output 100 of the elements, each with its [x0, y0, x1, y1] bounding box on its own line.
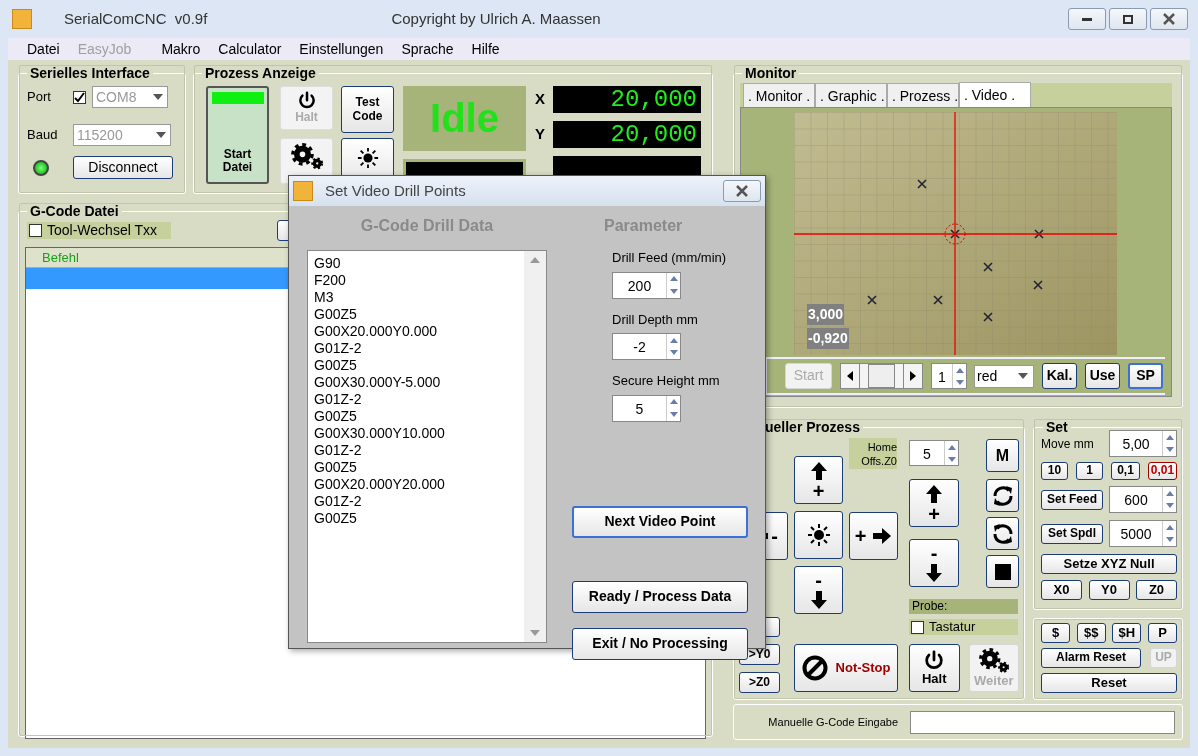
tool-change-checkbox[interactable]: Tool-Wechsel Txx	[27, 222, 171, 239]
slider-thumb[interactable]	[867, 364, 896, 388]
zero-axis-button[interactable]: Z0	[1136, 580, 1177, 600]
jog-button[interactable]: +	[849, 512, 898, 560]
menu-item[interactable]: Calculator	[209, 38, 291, 60]
command-button[interactable]: $H	[1112, 623, 1142, 643]
video-button[interactable]: SP	[1128, 363, 1163, 389]
dialog-title: Set Video Drill Points	[325, 180, 466, 201]
group-title: Set	[1045, 418, 1069, 436]
code-line: G00Z5	[314, 459, 358, 476]
code-line: G01Z-2	[314, 442, 363, 459]
coordinate-readout: 3,000	[807, 304, 845, 325]
spin-field[interactable]: 5	[909, 440, 959, 466]
dialog-button[interactable]: Exit / No Processing	[572, 627, 748, 660]
step-button[interactable]: 0,01	[1148, 462, 1177, 480]
field-label: Drill Feed (mm/min)	[612, 249, 728, 267]
group-title: ueller Prozess	[765, 418, 861, 436]
checkbox[interactable]	[73, 90, 86, 104]
dialog-button[interactable]: Next Video Point	[572, 505, 748, 538]
gcode-input-field[interactable]	[910, 710, 1175, 734]
code-line: G00X20.000Y0.000	[314, 323, 438, 340]
zero-all-button[interactable]: Setze XYZ Null	[1041, 554, 1177, 574]
spin-field[interactable]: 5,00	[1109, 430, 1177, 457]
video-button[interactable]: Use	[1085, 363, 1120, 389]
command-button[interactable]: $	[1041, 623, 1070, 643]
field-label: Manuelle G-Code Eingabe	[767, 714, 898, 730]
jog-button[interactable]: -	[794, 566, 843, 614]
keyboard-checkbox[interactable]: Tastatur	[909, 619, 1018, 635]
right-arrow-icon	[872, 526, 893, 546]
jog-button[interactable]: +	[909, 479, 959, 527]
menu-item[interactable]: Datei	[18, 38, 69, 60]
maximize-button[interactable]	[1109, 8, 1147, 30]
power-icon	[923, 649, 946, 672]
group-title: Prozess Anzeige	[204, 64, 317, 82]
spin-field[interactable]: 600	[1109, 486, 1177, 513]
no-entry-icon	[801, 655, 828, 681]
menu-item[interactable]: Einstellungen	[290, 38, 393, 60]
zero-axis-button[interactable]: Y0	[1088, 580, 1130, 600]
emergency-stop-button[interactable]: Not-Stop	[794, 644, 898, 692]
app-logo-icon	[12, 9, 32, 29]
jog-button[interactable]: +	[794, 456, 843, 504]
rotate-button[interactable]	[986, 517, 1019, 550]
code-line: G90	[314, 255, 342, 272]
app-logo-icon	[293, 181, 313, 201]
menu-item[interactable]: Makro	[152, 38, 210, 60]
tab[interactable]: . Video .	[959, 82, 1031, 107]
coordinate-readout: -0,920	[807, 328, 849, 349]
dialog-button[interactable]: Ready / Process Data	[572, 580, 748, 613]
spin-field[interactable]: 5000	[1109, 520, 1177, 547]
step-button[interactable]: 0,1	[1111, 462, 1140, 480]
color-dropdown[interactable]: red	[974, 364, 1034, 388]
code-line: G01Z-2	[314, 340, 363, 357]
step-button[interactable]: 10	[1041, 462, 1068, 480]
minimize-icon	[1082, 17, 1092, 21]
axis-label: X	[535, 89, 545, 110]
tab[interactable]: . Monitor .	[743, 83, 815, 107]
alarm-reset-button[interactable]: Alarm Reset	[1041, 648, 1141, 668]
menu-item[interactable]: Hilfe	[462, 38, 509, 60]
tab[interactable]: . Graphic .	[815, 83, 887, 107]
close-button[interactable]	[1150, 8, 1188, 30]
set-feed-button[interactable]: Set Feed	[1041, 489, 1103, 510]
code-line: M3	[314, 289, 335, 306]
spin-field[interactable]: -2	[612, 333, 681, 360]
spin-field[interactable]: 5	[612, 394, 681, 422]
jog-button[interactable]	[794, 511, 843, 559]
group-title: Monitor	[744, 64, 798, 82]
disconnect-button[interactable]: Disconnect	[73, 156, 173, 179]
reset-button[interactable]: Reset	[1041, 673, 1177, 693]
close-icon	[735, 184, 749, 198]
settings-icon	[977, 648, 1010, 674]
command-button[interactable]: $$	[1076, 623, 1106, 643]
rotate-button[interactable]	[986, 479, 1019, 512]
set-spindle-button[interactable]: Set Spdl	[1041, 523, 1103, 544]
menu-item[interactable]: Sprache	[392, 38, 463, 60]
start-file-button[interactable]: Start Datei	[206, 86, 269, 184]
spin-field[interactable]: 1	[931, 363, 967, 389]
spin-field[interactable]: 200	[612, 271, 681, 299]
up-arrow-icon	[808, 460, 829, 481]
test-code-button[interactable]: Test Code	[341, 86, 394, 133]
copyright-text: Copyright by Ulrich A. Maassen	[391, 8, 601, 29]
code-line: G01Z-2	[314, 493, 363, 510]
command-button[interactable]: P	[1147, 623, 1177, 643]
m-button[interactable]: M	[986, 439, 1019, 472]
jog-button[interactable]: -	[909, 539, 959, 587]
step-button[interactable]: 1	[1076, 462, 1103, 480]
stop-button[interactable]	[986, 555, 1019, 588]
down-arrow-icon	[924, 562, 944, 583]
goto-button[interactable]: >Z0	[739, 672, 780, 693]
halt-button[interactable]: Halt	[909, 644, 960, 692]
section-title: Parameter	[604, 216, 684, 236]
axis-label: Y	[535, 124, 545, 145]
tab[interactable]: . Prozess .	[887, 83, 959, 107]
field-label: Drill Depth mm	[612, 310, 699, 329]
section-title: G-Code Drill Data	[360, 216, 494, 236]
field-label: Move mm	[1041, 435, 1094, 453]
minimize-button[interactable]	[1068, 8, 1106, 30]
close-button[interactable]	[723, 180, 761, 202]
zero-axis-button[interactable]: X0	[1041, 580, 1082, 600]
video-button[interactable]: Kal.	[1042, 363, 1077, 389]
code-line: G00Z5	[314, 306, 358, 323]
